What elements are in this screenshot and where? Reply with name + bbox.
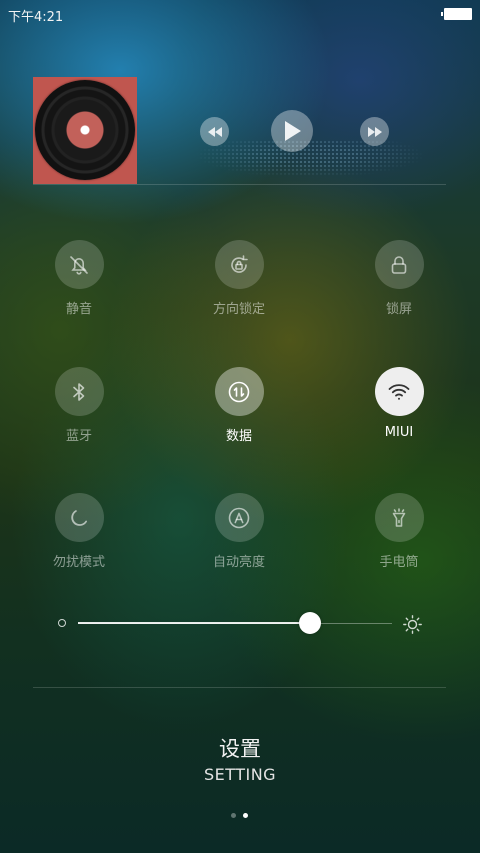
- toggle-flashlight-circle[interactable]: [374, 493, 424, 542]
- toggle-mute-circle[interactable]: [54, 240, 104, 289]
- toggle-do-not-disturb[interactable]: 勿扰模式: [19, 493, 139, 570]
- settings-title[interactable]: 设置: [0, 733, 480, 763]
- moon-icon: [71, 509, 87, 526]
- bell-off-icon: [70, 255, 88, 275]
- toggle-wifi-circle[interactable]: [374, 367, 424, 416]
- toggle-data[interactable]: 数据: [179, 367, 299, 444]
- flashlight-icon: [392, 507, 406, 527]
- rotation-lock-icon: [231, 254, 248, 273]
- settings-divider: [33, 687, 446, 688]
- toggle-lock-screen[interactable]: 锁屏: [339, 240, 459, 317]
- next-track-button[interactable]: [360, 117, 389, 146]
- toggle-rotation-lock-circle[interactable]: [214, 240, 264, 289]
- toggle-lock-screen-circle[interactable]: [374, 240, 424, 289]
- toggle-wifi-label: MIUI: [384, 425, 414, 440]
- toggle-mute[interactable]: 静音: [19, 240, 139, 317]
- play-button[interactable]: [271, 110, 313, 152]
- vinyl-disc-icon: [35, 80, 135, 180]
- brightness-low-icon: [58, 619, 66, 627]
- brightness-slider-thumb[interactable]: [299, 612, 321, 634]
- toggle-data-circle[interactable]: [214, 367, 264, 416]
- album-art[interactable]: [33, 77, 137, 184]
- toggle-rotation-lock[interactable]: 方向锁定: [179, 240, 299, 317]
- brightness-high-icon: [403, 615, 422, 634]
- data-transfer-icon: [228, 381, 250, 402]
- toggle-auto-brightness-circle[interactable]: [214, 493, 264, 542]
- toggle-bluetooth-circle[interactable]: [54, 367, 104, 416]
- next-icon: [367, 126, 382, 137]
- bluetooth-icon: [73, 382, 85, 401]
- brightness-slider-fill: [78, 622, 310, 624]
- wifi-icon: [388, 383, 410, 400]
- play-icon: [285, 121, 301, 141]
- toggle-mute-label: 静音: [65, 302, 92, 317]
- page-indicator-dot: [231, 813, 236, 818]
- settings-subtitle[interactable]: SETTING: [0, 765, 480, 784]
- toggle-flashlight[interactable]: 手电筒: [339, 493, 459, 570]
- toggle-auto-brightness-label: 自动亮度: [212, 555, 265, 570]
- status-time: 下午4:21: [8, 10, 64, 25]
- lock-icon: [391, 255, 407, 274]
- prev-icon: [207, 126, 222, 137]
- previous-track-button[interactable]: [200, 117, 229, 146]
- toggle-wifi[interactable]: MIUI: [339, 367, 459, 440]
- toggle-do-not-disturb-circle[interactable]: [54, 493, 104, 542]
- auto-brightness-icon: [228, 507, 250, 528]
- toggle-auto-brightness[interactable]: 自动亮度: [179, 493, 299, 570]
- toggle-bluetooth[interactable]: 蓝牙: [19, 367, 139, 444]
- toggle-data-label: 数据: [225, 429, 252, 444]
- toggle-rotation-lock-label: 方向锁定: [212, 302, 265, 317]
- toggle-flashlight-label: 手电筒: [379, 555, 419, 570]
- toggle-lock-screen-label: 锁屏: [385, 302, 412, 317]
- toggle-bluetooth-label: 蓝牙: [65, 429, 92, 444]
- visualizer-dots: [195, 140, 425, 178]
- music-divider: [33, 184, 446, 185]
- battery-icon: [441, 8, 472, 20]
- page-indicator-dot-active: [243, 813, 248, 818]
- toggle-do-not-disturb-label: 勿扰模式: [52, 555, 105, 570]
